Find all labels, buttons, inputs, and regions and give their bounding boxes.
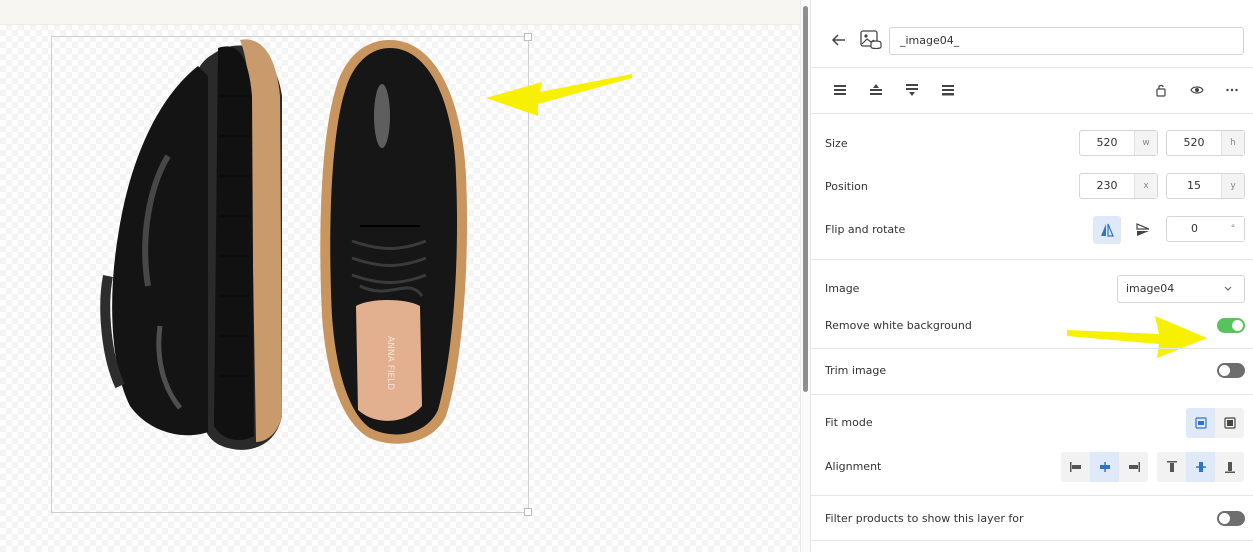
align-center-v-button[interactable] <box>1186 452 1215 482</box>
fit-mode-label: Fit mode <box>825 416 873 429</box>
filter-products-label: Filter products to show this layer for <box>825 512 1024 525</box>
align-right-button[interactable] <box>1119 452 1148 482</box>
divider <box>811 495 1253 496</box>
rotation-value[interactable]: 0 <box>1167 217 1222 241</box>
eye-icon <box>1190 86 1204 94</box>
width-value[interactable]: 520 <box>1080 131 1134 155</box>
lock-layer-button[interactable] <box>1147 76 1175 104</box>
layer-down-icon <box>906 84 918 96</box>
flip-horizontal-button[interactable] <box>1093 216 1121 244</box>
design-canvas[interactable]: ANNA FIELD <box>0 0 800 552</box>
align-bottom-icon <box>1224 462 1235 473</box>
layer-order-top-button[interactable] <box>826 76 854 104</box>
divider <box>811 348 1253 349</box>
more-options-button[interactable] <box>1218 76 1246 104</box>
layer-move-down-button[interactable] <box>898 76 926 104</box>
divider <box>811 113 1253 114</box>
chevron-down-icon <box>1224 286 1232 291</box>
resize-handle-top-right[interactable] <box>524 33 532 41</box>
remove-white-bg-label: Remove white background <box>825 319 972 332</box>
filter-products-toggle[interactable] <box>1217 511 1245 526</box>
back-button[interactable] <box>825 26 853 54</box>
y-unit: y <box>1221 174 1244 198</box>
align-center-h-icon <box>1099 462 1110 472</box>
layer-move-up-button[interactable] <box>862 76 890 104</box>
annotation-arrow-panel <box>1067 316 1207 358</box>
flip-vertical-icon <box>1136 223 1150 236</box>
position-label: Position <box>825 180 868 193</box>
fit-cover-icon <box>1223 417 1236 429</box>
more-dots-icon <box>1226 88 1238 92</box>
resize-handle-bottom-right[interactable] <box>524 508 532 516</box>
trim-image-label: Trim image <box>825 364 887 377</box>
layer-properties-panel: _image04_ Size 520 w 520 h Position 230 … <box>810 0 1253 552</box>
layers-bottom-icon <box>942 85 954 96</box>
height-field[interactable]: 520 h <box>1166 130 1245 156</box>
rotation-field[interactable]: 0 ° <box>1166 216 1245 242</box>
canvas-top-bar <box>0 0 800 25</box>
align-bottom-button[interactable] <box>1215 452 1244 482</box>
size-label: Size <box>825 137 848 150</box>
divider <box>811 540 1253 541</box>
remove-white-bg-toggle[interactable] <box>1217 318 1245 333</box>
image-layer-type-icon-wrap <box>857 26 885 54</box>
align-top-icon <box>1166 461 1177 472</box>
scrollbar-thumb[interactable] <box>803 6 808 392</box>
align-left-button[interactable] <box>1061 452 1090 482</box>
right-shoe: ANNA FIELD <box>320 40 468 444</box>
arrow-left-icon <box>831 34 845 46</box>
x-value[interactable]: 230 <box>1080 174 1134 198</box>
layer-order-bottom-button[interactable] <box>934 76 962 104</box>
width-unit: w <box>1134 131 1157 155</box>
fit-mode-group <box>1186 408 1244 438</box>
align-right-icon <box>1128 462 1140 472</box>
flip-vertical-button[interactable] <box>1129 216 1157 244</box>
height-value[interactable]: 520 <box>1167 131 1221 155</box>
y-value[interactable]: 15 <box>1167 174 1221 198</box>
horizontal-alignment-group <box>1061 452 1148 482</box>
image-source-select[interactable]: image04 <box>1117 275 1245 303</box>
height-unit: h <box>1221 131 1244 155</box>
fit-contain-button[interactable] <box>1186 408 1215 438</box>
divider <box>811 67 1253 68</box>
layers-top-icon <box>834 85 846 95</box>
unlock-icon <box>1156 84 1166 97</box>
fit-cover-button[interactable] <box>1215 408 1244 438</box>
divider <box>811 259 1253 260</box>
divider <box>811 394 1253 395</box>
vertical-alignment-group <box>1157 452 1244 482</box>
layer-up-icon <box>870 84 882 95</box>
flip-rotate-label: Flip and rotate <box>825 223 906 236</box>
image-select-value: image04 <box>1126 282 1175 295</box>
align-left-icon <box>1069 462 1081 472</box>
image-layer-icon <box>860 30 882 50</box>
left-shoe <box>100 39 282 450</box>
x-unit: x <box>1134 174 1157 198</box>
product-image-shoes: ANNA FIELD <box>100 39 468 450</box>
image-label: Image <box>825 282 860 295</box>
layer-name-input[interactable]: _image04_ <box>889 27 1244 55</box>
trim-image-toggle[interactable] <box>1217 363 1245 378</box>
x-field[interactable]: 230 x <box>1079 173 1158 199</box>
align-center-v-icon <box>1195 462 1206 472</box>
rotation-unit: ° <box>1222 217 1244 241</box>
visibility-button[interactable] <box>1183 76 1211 104</box>
width-field[interactable]: 520 w <box>1079 130 1158 156</box>
align-center-h-button[interactable] <box>1090 452 1119 482</box>
align-top-button[interactable] <box>1157 452 1186 482</box>
fit-contain-icon <box>1194 417 1207 429</box>
y-field[interactable]: 15 y <box>1166 173 1245 199</box>
alignment-label: Alignment <box>825 460 882 473</box>
annotation-arrow-canvas <box>486 74 632 116</box>
insole-brand-text: ANNA FIELD <box>385 336 395 390</box>
flip-horizontal-icon <box>1101 223 1114 237</box>
